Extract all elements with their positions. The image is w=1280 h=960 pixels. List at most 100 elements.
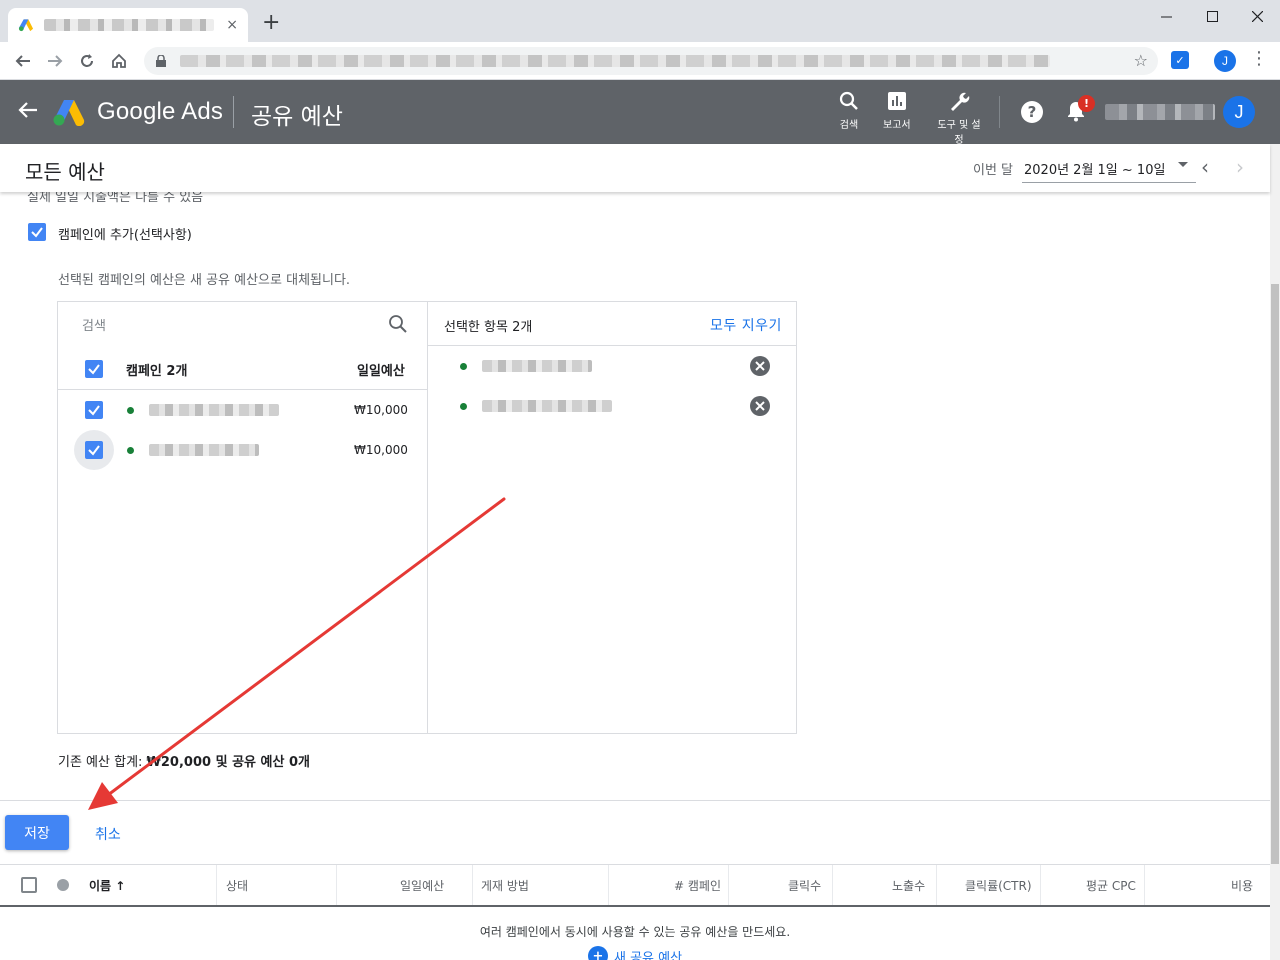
- campaign-budget-amount: ₩10,000: [354, 443, 408, 457]
- reports-chart-icon: [887, 90, 907, 112]
- column-separator: [832, 865, 833, 905]
- column-header-avg-cpc[interactable]: 평균 CPC: [1086, 877, 1136, 894]
- header-tools-label: 도구 및 설정: [937, 120, 981, 146]
- column-header-campaign-count[interactable]: # 캠페인: [674, 877, 721, 894]
- column-header-name[interactable]: 이름 ↑: [89, 877, 125, 894]
- status-dot: [460, 403, 467, 410]
- campaign-budget-amount: ₩10,000: [354, 403, 408, 417]
- column-separator: [1144, 865, 1145, 905]
- summary-prefix: 기존 예산 합계:: [58, 755, 147, 770]
- campaign-search-input[interactable]: 검색: [82, 315, 106, 334]
- budget-summary: 기존 예산 합계: ₩20,000 및 공유 예산 0개: [58, 751, 310, 770]
- scrollbar-thumb[interactable]: [1271, 284, 1279, 864]
- new-tab-button[interactable]: +: [262, 12, 280, 34]
- column-header-status[interactable]: 상태: [226, 877, 248, 894]
- header-reports-label: 보고서: [883, 120, 911, 131]
- add-icon: +: [588, 946, 608, 960]
- add-to-campaigns-label: 캠페인에 추가(선택사항): [58, 228, 192, 243]
- picker-header-divider: [58, 389, 427, 390]
- column-separator: [608, 865, 609, 905]
- selected-header-divider: [428, 345, 796, 346]
- form-footer-divider: [0, 800, 1270, 801]
- save-button[interactable]: 저장: [5, 815, 69, 850]
- address-bar[interactable]: ☆: [144, 47, 1158, 75]
- page-subheader: 모든 예산 이번 달 2020년 2월 1일 ~ 10일 ‹ ›: [0, 144, 1270, 192]
- header-reports-button[interactable]: 보고서: [883, 90, 911, 131]
- cancel-button[interactable]: 취소: [95, 824, 121, 844]
- reload-icon[interactable]: [74, 48, 100, 74]
- remove-icon[interactable]: [750, 356, 770, 376]
- bookmark-star-icon[interactable]: ☆: [1134, 51, 1148, 70]
- google-ads-header: Google Ads 공유 예산 검색 보고서 도구 및 설정 ? ! J: [0, 80, 1280, 146]
- status-dot: [127, 447, 134, 454]
- browser-menu-icon[interactable]: ⋮: [1250, 48, 1268, 69]
- selected-items-title: 선택한 항목 2개: [444, 320, 533, 335]
- back-icon[interactable]: [10, 48, 36, 74]
- column-separator: [728, 865, 729, 905]
- column-separator: [216, 865, 217, 905]
- clear-all-button[interactable]: 모두 지우기: [710, 315, 782, 335]
- new-shared-budget-button[interactable]: + 새 공유 예산: [588, 946, 682, 960]
- minimize-icon[interactable]: [1143, 0, 1189, 32]
- maximize-icon[interactable]: [1189, 0, 1235, 32]
- date-range-label: 이번 달: [973, 163, 1014, 178]
- google-ads-brand: Google Ads: [97, 98, 224, 125]
- dropdown-caret-icon[interactable]: [1178, 162, 1188, 167]
- column-header-impressions[interactable]: 노출수: [892, 877, 925, 894]
- browser-toolbar: ☆: [0, 42, 1280, 80]
- extension-icon[interactable]: ✓: [1171, 51, 1189, 69]
- column-header-clicks[interactable]: 클릭수: [788, 877, 821, 894]
- column-separator: [472, 865, 473, 905]
- help-icon[interactable]: ?: [1021, 101, 1043, 123]
- header-search-button[interactable]: 검색: [839, 90, 859, 131]
- browser-tabstrip: × +: [0, 0, 1280, 42]
- table-header-border: [0, 905, 1270, 907]
- column-name-label: 이름: [89, 879, 112, 893]
- lock-icon: [156, 55, 166, 67]
- add-to-campaigns-checkbox[interactable]: [28, 223, 46, 241]
- forward-icon[interactable]: [42, 48, 68, 74]
- back-arrow-icon[interactable]: [18, 100, 38, 125]
- account-avatar[interactable]: J: [1223, 96, 1255, 128]
- browser-profile-avatar[interactable]: J: [1214, 50, 1236, 72]
- remove-icon[interactable]: [750, 396, 770, 416]
- selected-campaign-blurred: [482, 400, 612, 412]
- column-header-delivery[interactable]: 게재 방법: [481, 877, 529, 894]
- tab-title-blurred: [44, 19, 214, 31]
- campaign-checkbox[interactable]: [85, 401, 103, 419]
- new-shared-budget-label: 새 공유 예산: [614, 950, 683, 960]
- column-separator: [336, 865, 337, 905]
- window-close-icon[interactable]: [1234, 0, 1280, 32]
- empty-table-message: 여러 캠페인에서 동시에 사용할 수 있는 공유 예산을 만드세요.: [479, 925, 791, 939]
- picker-divider: [427, 302, 428, 733]
- home-icon[interactable]: [106, 48, 132, 74]
- page-title: 모든 예산: [25, 160, 105, 184]
- search-icon[interactable]: [388, 314, 408, 338]
- page-section-title: 공유 예산: [251, 104, 343, 130]
- header-tools-button[interactable]: 도구 및 설정: [933, 90, 985, 146]
- campaign-checkbox[interactable]: [85, 441, 103, 459]
- search-icon: [839, 90, 859, 112]
- select-all-campaigns-checkbox[interactable]: [85, 360, 103, 378]
- chevron-left-icon[interactable]: ‹: [1201, 155, 1209, 179]
- status-filter-dot[interactable]: [57, 879, 69, 891]
- status-dot: [460, 363, 467, 370]
- chevron-right-icon[interactable]: ›: [1236, 155, 1244, 179]
- column-header-cost[interactable]: 비용: [1231, 877, 1253, 894]
- column-separator: [936, 865, 937, 905]
- column-header-ctr[interactable]: 클릭률(CTR): [965, 877, 1032, 894]
- date-range-underline: [1022, 182, 1196, 183]
- tab-close-icon[interactable]: ×: [226, 17, 238, 33]
- browser-tab[interactable]: ×: [8, 8, 248, 42]
- date-range-select[interactable]: 2020년 2월 1일 ~ 10일: [1024, 159, 1165, 178]
- notification-badge: !: [1078, 95, 1095, 112]
- campaign-name-blurred: [149, 404, 279, 416]
- selected-campaign-blurred: [482, 360, 592, 372]
- header-search-label: 검색: [839, 120, 859, 131]
- select-all-rows-checkbox[interactable]: [21, 877, 37, 893]
- campaign-name-blurred: [149, 444, 259, 456]
- column-header-daily-budget[interactable]: 일일예산: [400, 877, 444, 894]
- campaign-count-header: 캠페인 2개: [126, 364, 188, 379]
- replace-budget-note: 선택된 캠페인의 예산은 새 공유 예산으로 대체됩니다.: [58, 273, 351, 288]
- status-dot: [127, 407, 134, 414]
